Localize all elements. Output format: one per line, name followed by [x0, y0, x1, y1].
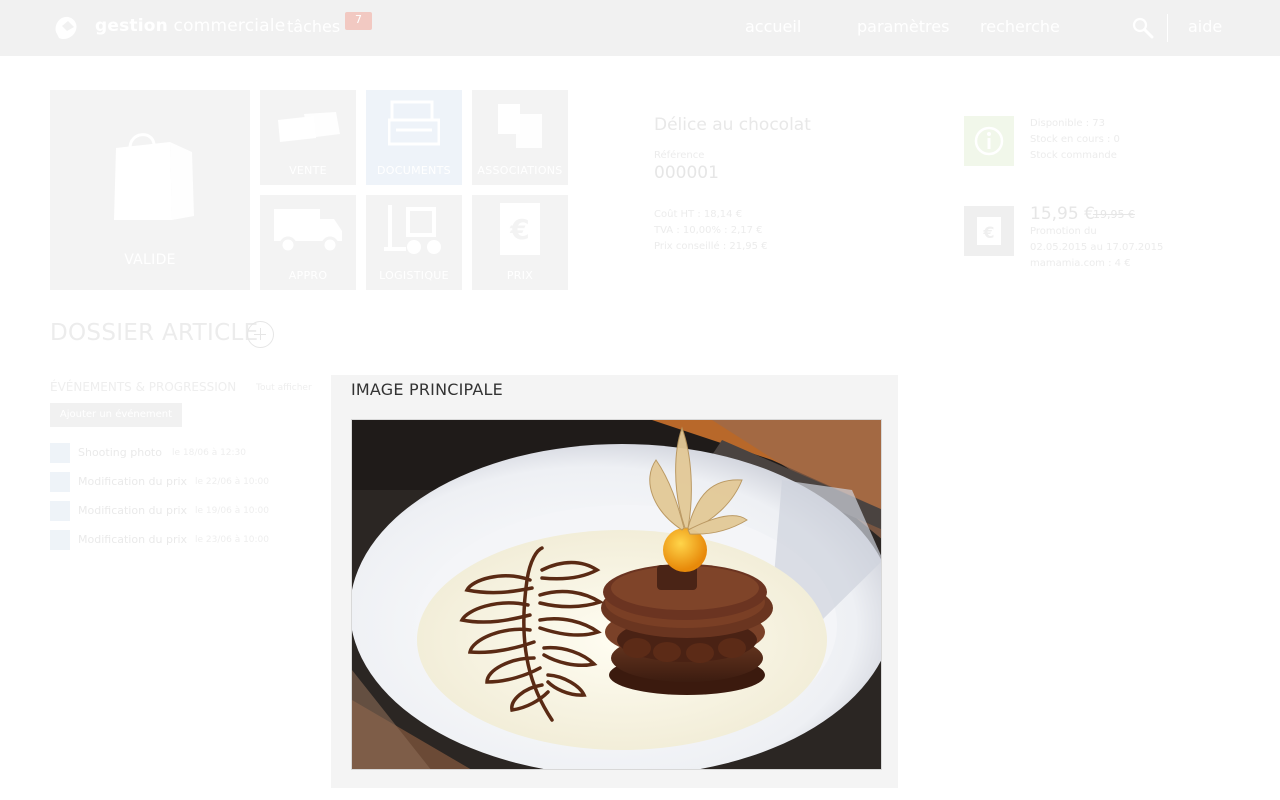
- nav-separator: [1167, 14, 1168, 42]
- tile-label: LOGISTIQUE: [379, 269, 449, 282]
- nav-search[interactable]: recherche: [980, 17, 1060, 36]
- tile-label: VALIDE: [124, 252, 176, 268]
- shopping-bag-icon: [114, 133, 194, 220]
- tile-label: VENTE: [289, 164, 327, 177]
- stock-available: Disponible : 73: [1030, 118, 1105, 129]
- current-price: 15,95 €: [1030, 204, 1095, 224]
- chocolate-dessert-photo: [352, 420, 881, 769]
- truck-icon: [274, 209, 342, 254]
- tile-sale[interactable]: VENTE: [260, 90, 356, 185]
- search-icon[interactable]: [1131, 16, 1155, 40]
- promotion-label: Promotion du: [1030, 226, 1097, 237]
- nav-home[interactable]: accueil: [745, 17, 801, 36]
- tile-logistics[interactable]: LOGISTIQUE: [366, 195, 462, 290]
- top-navigation-bar: gestion commerciale tâches 7 accueil par…: [0, 0, 1280, 56]
- stock-ordered: Stock commande: [1030, 150, 1117, 161]
- price-box: €: [964, 206, 1014, 256]
- events-title: ÉVÉNEMENTS & PROGRESSION: [50, 380, 237, 394]
- printer-icon: [388, 100, 440, 146]
- event-date: le 18/06 à 12:30: [172, 448, 247, 458]
- product-name: Délice au chocolat: [654, 115, 811, 135]
- tile-status-valid[interactable]: VALIDE: [50, 90, 250, 290]
- main-image-title: IMAGE PRINCIPALE: [351, 380, 503, 399]
- tile-label: PRIX: [506, 269, 534, 282]
- event-date: le 22/06 à 10:00: [195, 477, 270, 487]
- bags-icon: [498, 104, 542, 148]
- stock-info-box: [964, 116, 1014, 166]
- tile-price[interactable]: € PRIX: [472, 195, 568, 290]
- nav-help[interactable]: aide: [1188, 17, 1222, 36]
- tile-label: ASSOCIATIONS: [477, 164, 563, 177]
- tile-documents[interactable]: DOCUMENTS: [366, 90, 462, 185]
- reference-value: 000001: [654, 163, 719, 183]
- euro-icon: €: [977, 217, 1001, 245]
- total-price-line: Prix conseillé : 21,95 €: [654, 241, 768, 252]
- cost-line: Coût HT : 18,14 €: [654, 209, 743, 220]
- event-title: Modification du prix: [78, 504, 188, 517]
- euro-icon: [50, 472, 70, 492]
- event-date: le 23/06 à 10:00: [195, 535, 270, 545]
- nav-tasks[interactable]: tâches: [287, 17, 340, 36]
- tile-label: DOCUMENTS: [377, 164, 451, 177]
- promotion-site: mamamia.com : 4 €: [1030, 258, 1131, 269]
- tile-supply[interactable]: APPRO: [260, 195, 356, 290]
- old-price: 19,95 €: [1093, 208, 1135, 221]
- info-icon: [974, 126, 1004, 156]
- camera-icon: [50, 443, 70, 463]
- svg-text:€: €: [509, 213, 529, 246]
- add-circle-icon[interactable]: [247, 321, 274, 348]
- euro-ticket-icon: €: [500, 203, 540, 255]
- forklift-icon: [384, 205, 441, 254]
- svg-text:€: €: [982, 223, 994, 242]
- event-title: Shooting photo: [78, 446, 162, 459]
- tasks-count-badge: 7: [345, 12, 372, 30]
- euro-icon: [50, 501, 70, 521]
- event-title: Modification du prix: [78, 475, 188, 488]
- stock-in-progress: Stock en cours : 0: [1030, 134, 1120, 145]
- app-title-rest: commerciale: [167, 16, 286, 36]
- dossier-title: DOSSIER ARTICLE: [50, 320, 259, 346]
- event-date: le 19/06 à 10:00: [195, 506, 270, 516]
- tax-line: TVA : 10,00% : 2,17 €: [654, 225, 763, 236]
- app-title[interactable]: gestion commerciale: [95, 16, 285, 36]
- add-event-button[interactable]: Ajouter un événement: [50, 403, 182, 427]
- tile-associations[interactable]: ASSOCIATIONS: [472, 90, 568, 185]
- euro-icon: [50, 530, 70, 550]
- app-title-bold: gestion: [95, 16, 168, 36]
- show-all-link[interactable]: Tout afficher: [256, 383, 312, 393]
- event-title: Modification du prix: [78, 533, 188, 546]
- reference-label: Référence: [654, 150, 705, 161]
- main-image-panel: IMAGE PRINCIPALE: [331, 375, 898, 788]
- promotion-dates: 02.05.2015 au 17.07.2015: [1030, 242, 1164, 253]
- app-logo: [55, 16, 77, 40]
- nav-settings[interactable]: paramètres: [857, 17, 949, 36]
- tickets-icon: [278, 112, 340, 142]
- tile-label: APPRO: [288, 269, 328, 282]
- product-photo[interactable]: [351, 419, 882, 770]
